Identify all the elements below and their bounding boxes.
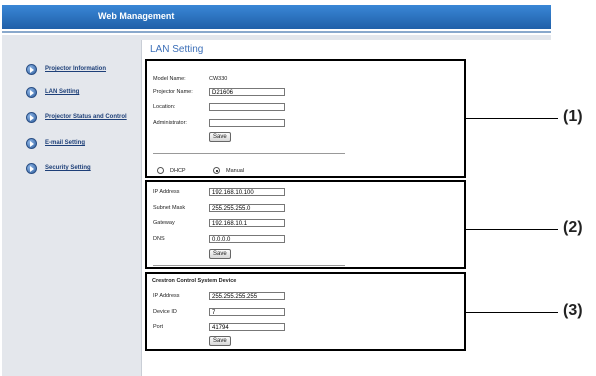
port-label: Port [153,324,164,330]
gateway-label: Gateway [153,220,175,226]
location-label: Location: [153,104,176,110]
callout-line-3 [466,312,558,313]
sidebar-item-label[interactable]: Projector Information [45,66,106,72]
gateway-input[interactable]: 192.168.10.1 [209,219,285,227]
save-button[interactable]: Save [209,249,231,259]
subnet-mask-input[interactable]: 255.255.255.0 [209,204,285,212]
dhcp-radio[interactable]: DHCP [157,167,186,174]
subnet-mask-row: Subnet Mask 255.255.255.0 [153,203,285,213]
model-name-label: Model Name: [153,76,186,82]
administrator-row: Administrator: [153,118,285,128]
sidebar-item-label[interactable]: Security Setting [45,165,91,171]
crestron-section-title: Crestron Control System Device [152,278,237,284]
arrow-circle-icon [26,162,37,174]
dns-row: DNS 0.0.0.0 [153,234,285,244]
administrator-label: Administrator: [153,120,187,126]
sidebar-item-projector-status[interactable]: Projector Status and Control [26,110,127,124]
device-id-row: Device ID 7 [153,307,285,317]
callout-line-2 [466,229,558,230]
page-title: LAN Setting [150,44,204,55]
sidebar-item-email-setting[interactable]: E-mail Setting [26,136,85,150]
projector-name-row: Projector Name: D21606 [153,87,285,97]
subnet-mask-label: Subnet Mask [153,205,186,211]
device-id-input[interactable]: 7 [209,308,285,316]
save-button[interactable]: Save [209,336,231,346]
crestron-ip-label: IP Address [153,293,180,299]
crestron-ip-row: IP Address 255.255.255.255 [153,291,285,301]
location-row: Location: [153,102,285,112]
port-row: Port 41794 [153,322,285,332]
administrator-input[interactable] [209,119,285,127]
port-input[interactable]: 41794 [209,323,285,331]
callout-line-1 [466,118,558,119]
dns-input[interactable]: 0.0.0.0 [209,235,285,243]
manual-radio[interactable]: Manual [213,167,244,174]
sidebar: Projector Information LAN Setting Projec… [2,40,142,376]
radio-checked-icon [213,167,220,174]
location-input[interactable] [209,103,285,111]
sidebar-item-lan-setting[interactable]: LAN Setting [26,85,79,99]
sidebar-item-label[interactable]: E-mail Setting [45,140,85,146]
model-name-row: Model Name: CW330 [153,74,227,84]
arrow-circle-icon [26,111,37,123]
arrow-circle-icon [26,63,37,75]
dns-label: DNS [153,236,165,242]
arrow-circle-icon [26,86,37,98]
ip-address-row: IP Address 192.168.10.100 [153,187,285,197]
save-button[interactable]: Save [209,132,231,142]
ip-address-label: IP Address [153,189,180,195]
network-panel: IP Address 192.168.10.100 Subnet Mask 25… [145,180,466,269]
sidebar-item-security-setting[interactable]: Security Setting [26,161,91,175]
callout-label-2: (2) [563,219,583,236]
sidebar-item-projector-information[interactable]: Projector Information [26,62,106,76]
divider [153,265,345,266]
sidebar-item-label[interactable]: Projector Status and Control [45,114,127,120]
projector-name-label: Projector Name: [153,89,193,95]
model-name-value: CW330 [209,76,228,82]
sidebar-item-label[interactable]: LAN Setting [45,89,79,95]
divider [153,153,345,154]
arrow-circle-icon [26,137,37,149]
device-id-label: Device ID [153,309,177,315]
crestron-panel: Crestron Control System Device IP Addres… [145,272,466,351]
app-header: Web Management [2,5,551,29]
app-title: Web Management [98,11,175,21]
dhcp-label: DHCP [170,167,186,174]
projector-name-input[interactable]: D21606 [209,88,285,96]
radio-unchecked-icon [157,167,164,174]
identity-panel: Model Name: CW330 Projector Name: D21606… [145,59,466,178]
ip-address-input[interactable]: 192.168.10.100 [209,188,285,196]
crestron-ip-input[interactable]: 255.255.255.255 [209,292,285,300]
gateway-row: Gateway 192.168.10.1 [153,218,285,228]
callout-label-3: (3) [563,302,583,319]
manual-label: Manual [226,167,245,174]
header-divider [2,31,551,33]
callout-label-1: (1) [563,108,583,125]
